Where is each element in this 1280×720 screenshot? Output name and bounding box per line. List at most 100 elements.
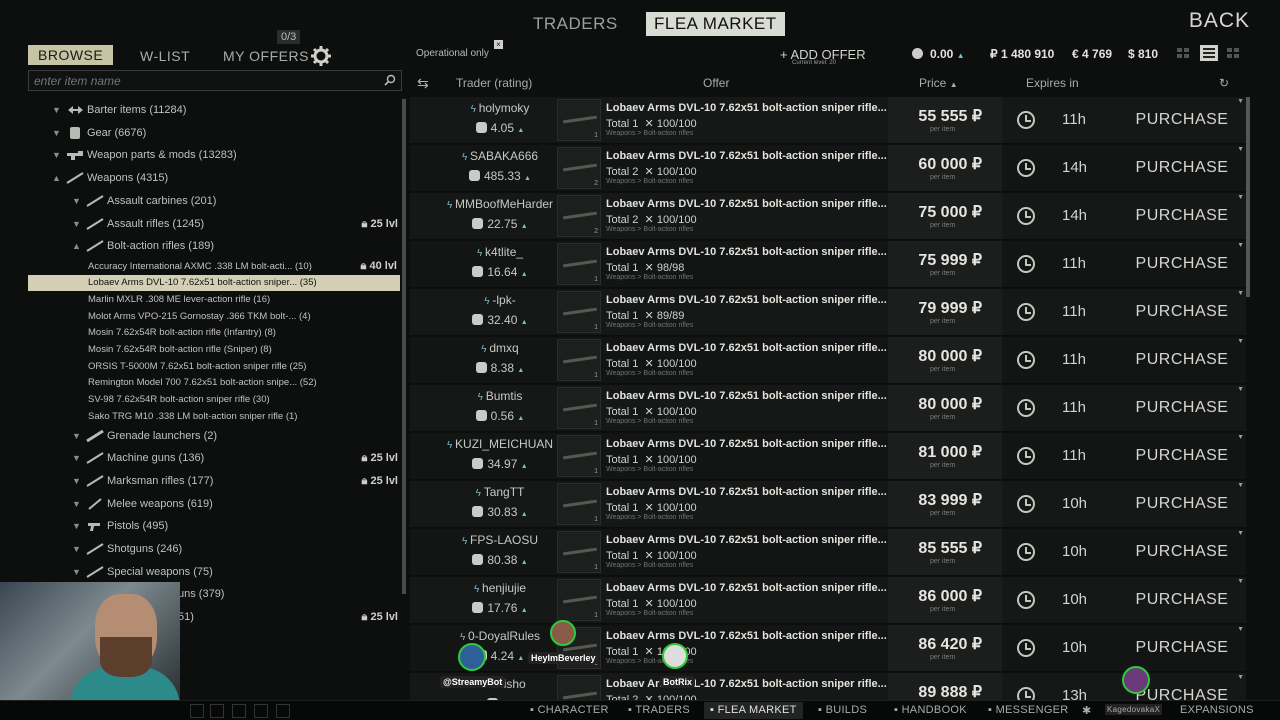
trader-cell[interactable]: ϟ henjiujie 17.76 ▲: [440, 581, 560, 615]
chevron-down-icon[interactable]: ▼: [1237, 242, 1244, 249]
category-machine-guns[interactable]: ▼ Machine guns (136) 🔒︎ 25 lvl: [28, 447, 402, 469]
chevron-down-icon[interactable]: ▼: [1237, 146, 1244, 153]
trader-name[interactable]: ϟ 0-DoyalRules: [440, 629, 560, 643]
plus-slot-icon[interactable]: [232, 704, 246, 718]
category-bolt-action-rifles[interactable]: ▲ Bolt-action rifles (189): [28, 235, 402, 257]
item-thumbnail[interactable]: 1: [557, 243, 601, 285]
bottom-messenger[interactable]: ▪ MESSENGER: [988, 704, 1069, 716]
trader-cell[interactable]: ϟ holymoky 4.05 ▲: [440, 101, 560, 135]
category-pistols[interactable]: ▼ Pistols (495): [28, 515, 402, 537]
tab-my-offers[interactable]: MY OFFERS: [223, 48, 309, 64]
close-icon[interactable]: ×: [494, 40, 503, 49]
subitem-t5000[interactable]: ORSIS T-5000M 7.62x51 bolt-action sniper…: [88, 359, 402, 375]
purchase-button[interactable]: PURCHASE: [1118, 97, 1246, 143]
subitem-mosin-sniper[interactable]: Mosin 7.62x54R bolt-action rifle (Sniper…: [88, 342, 402, 358]
trader-name[interactable]: ϟ henjiujie: [440, 581, 560, 595]
chevron-down-icon[interactable]: ▼: [1237, 290, 1244, 297]
category-shotguns[interactable]: ▼ Shotguns (246): [28, 538, 402, 560]
category-weapons[interactable]: ▲ Weapons (4315): [28, 167, 402, 189]
trader-cell[interactable]: ϟ -lpk- 32.40 ▲: [440, 293, 560, 327]
search-icon[interactable]: [384, 74, 396, 86]
category-melee-weapons[interactable]: ▼ Melee weapons (619): [28, 493, 402, 515]
purchase-button[interactable]: PURCHASE: [1118, 193, 1246, 239]
item-thumbnail[interactable]: 1: [557, 579, 601, 621]
offer-title[interactable]: Lobaev Arms DVL-10 7.62x51 bolt-action s…: [606, 342, 887, 354]
subitem-m700[interactable]: Remington Model 700 7.62x51 bolt-action …: [88, 375, 402, 391]
trader-name[interactable]: ϟ KUZI_MEICHUAN: [440, 437, 560, 451]
purchase-button[interactable]: PURCHASE: [1118, 529, 1246, 575]
category-gear[interactable]: ▼ Gear (6676): [28, 122, 402, 144]
item-thumbnail[interactable]: 1: [557, 291, 601, 333]
view-grid-icon[interactable]: [1226, 47, 1240, 59]
subitem-mxlr[interactable]: Marlin MXLR .308 ME lever-action rifle (…: [88, 292, 402, 308]
chevron-down-icon[interactable]: ▼: [1237, 530, 1244, 537]
trader-name[interactable]: ϟ TangTT: [440, 485, 560, 499]
category-assault-carbines[interactable]: ▼ Assault carbines (201): [28, 190, 402, 212]
bottom-flea-market[interactable]: ▪ FLEA MARKET: [704, 702, 803, 719]
item-thumbnail[interactable]: 2: [557, 675, 601, 700]
plus-slot-icon[interactable]: [254, 704, 268, 718]
chevron-down-icon[interactable]: ▼: [1237, 194, 1244, 201]
subitem-axmc[interactable]: Accuracy International AXMC .338 LM bolt…: [88, 259, 402, 275]
chevron-down-icon[interactable]: ▼: [1237, 386, 1244, 393]
offer-title[interactable]: Lobaev Arms DVL-10 7.62x51 bolt-action s…: [606, 630, 887, 642]
offers-scrollbar[interactable]: [1246, 97, 1250, 297]
subitem-vpo215[interactable]: Molot Arms VPO-215 Gornostay .366 TKM bo…: [88, 309, 402, 325]
subitem-trg-m10[interactable]: Sako TRG M10 .338 LM bolt-action sniper …: [88, 409, 402, 425]
category-grenade-launchers[interactable]: ▼ Grenade launchers (2): [28, 425, 402, 447]
trader-cell[interactable]: ϟ Bumtis 0.56 ▲: [440, 389, 560, 423]
bottom-builds[interactable]: ▪ BUILDS: [818, 704, 867, 716]
purchase-button[interactable]: PURCHASE: [1118, 289, 1246, 335]
purchase-button[interactable]: PURCHASE: [1118, 337, 1246, 383]
purchase-button[interactable]: PURCHASE: [1118, 433, 1246, 479]
trader-name[interactable]: ϟ dmxq: [440, 341, 560, 355]
gear-icon[interactable]: ✱: [1082, 704, 1092, 717]
offer-title[interactable]: Lobaev Arms DVL-10 7.62x51 bolt-action s…: [606, 150, 887, 162]
category-weapon-parts[interactable]: ▼ Weapon parts & mods (13283): [28, 144, 402, 166]
back-button[interactable]: BACK: [1189, 9, 1250, 33]
operational-only-filter[interactable]: Operational only: [416, 48, 489, 59]
tab-flea-market[interactable]: FLEA MARKET: [646, 12, 785, 36]
trader-name[interactable]: ϟ -lpk-: [440, 293, 560, 307]
plus-slot-icon[interactable]: [210, 704, 224, 718]
offer-title[interactable]: Lobaev Arms DVL-10 7.62x51 bolt-action s…: [606, 246, 887, 258]
view-compact-icon[interactable]: [1176, 47, 1190, 59]
item-thumbnail[interactable]: 1: [557, 531, 601, 573]
plus-slot-icon[interactable]: [276, 704, 290, 718]
purchase-button[interactable]: PURCHASE: [1118, 481, 1246, 527]
offer-title[interactable]: Lobaev Arms DVL-10 7.62x51 bolt-action s…: [606, 294, 887, 306]
subitem-sv98[interactable]: SV-98 7.62x54R bolt-action sniper rifle …: [88, 392, 402, 408]
offer-title[interactable]: Lobaev Arms DVL-10 7.62x51 bolt-action s…: [606, 102, 887, 114]
trader-name[interactable]: ϟ SABAKA666: [440, 149, 560, 163]
refresh-icon[interactable]: ↻: [1219, 76, 1229, 90]
purchase-button[interactable]: PURCHASE: [1118, 385, 1246, 431]
item-thumbnail[interactable]: 1: [557, 435, 601, 477]
offer-title[interactable]: Lobaev Arms DVL-10 7.62x51 bolt-action s…: [606, 582, 887, 594]
bottom-traders[interactable]: ▪ TRADERS: [628, 704, 690, 716]
offer-title[interactable]: Lobaev Arms DVL-10 7.62x51 bolt-action s…: [606, 486, 887, 498]
trader-name[interactable]: ϟ holymoky: [440, 101, 560, 115]
trader-cell[interactable]: ϟ k4tlite_ 16.64 ▲: [440, 245, 560, 279]
bottom-expansions[interactable]: EXPANSIONS: [1180, 704, 1254, 716]
item-thumbnail[interactable]: 1: [557, 339, 601, 381]
offer-title[interactable]: Lobaev Arms DVL-10 7.62x51 bolt-action s…: [606, 678, 887, 690]
column-offer[interactable]: Offer: [703, 76, 729, 90]
chevron-down-icon[interactable]: ▼: [1237, 578, 1244, 585]
column-expires[interactable]: Expires in: [1026, 76, 1079, 90]
offer-title[interactable]: Lobaev Arms DVL-10 7.62x51 bolt-action s…: [606, 438, 887, 450]
trader-cell[interactable]: ϟ SABAKA666 485.33 ▲: [440, 149, 560, 183]
purchase-button[interactable]: PURCHASE: [1118, 625, 1246, 671]
purchase-button[interactable]: PURCHASE: [1118, 241, 1246, 287]
left-scrollbar[interactable]: [402, 99, 406, 594]
purchase-button[interactable]: PURCHASE: [1118, 577, 1246, 623]
trader-name[interactable]: ϟ MMBoofMeHarder: [440, 197, 560, 211]
search-input[interactable]: [29, 71, 369, 90]
column-price[interactable]: Price ▲: [919, 76, 958, 90]
chevron-down-icon[interactable]: ▼: [1237, 482, 1244, 489]
subitem-mosin-infantry[interactable]: Mosin 7.62x54R bolt-action rifle (Infant…: [88, 325, 402, 341]
trader-cell[interactable]: ϟ KUZI_MEICHUAN 34.97 ▲: [440, 437, 560, 471]
offer-title[interactable]: Lobaev Arms DVL-10 7.62x51 bolt-action s…: [606, 198, 887, 210]
offer-title[interactable]: Lobaev Arms DVL-10 7.62x51 bolt-action s…: [606, 390, 887, 402]
view-list-icon[interactable]: [1200, 45, 1218, 61]
item-thumbnail[interactable]: 2: [557, 195, 601, 237]
